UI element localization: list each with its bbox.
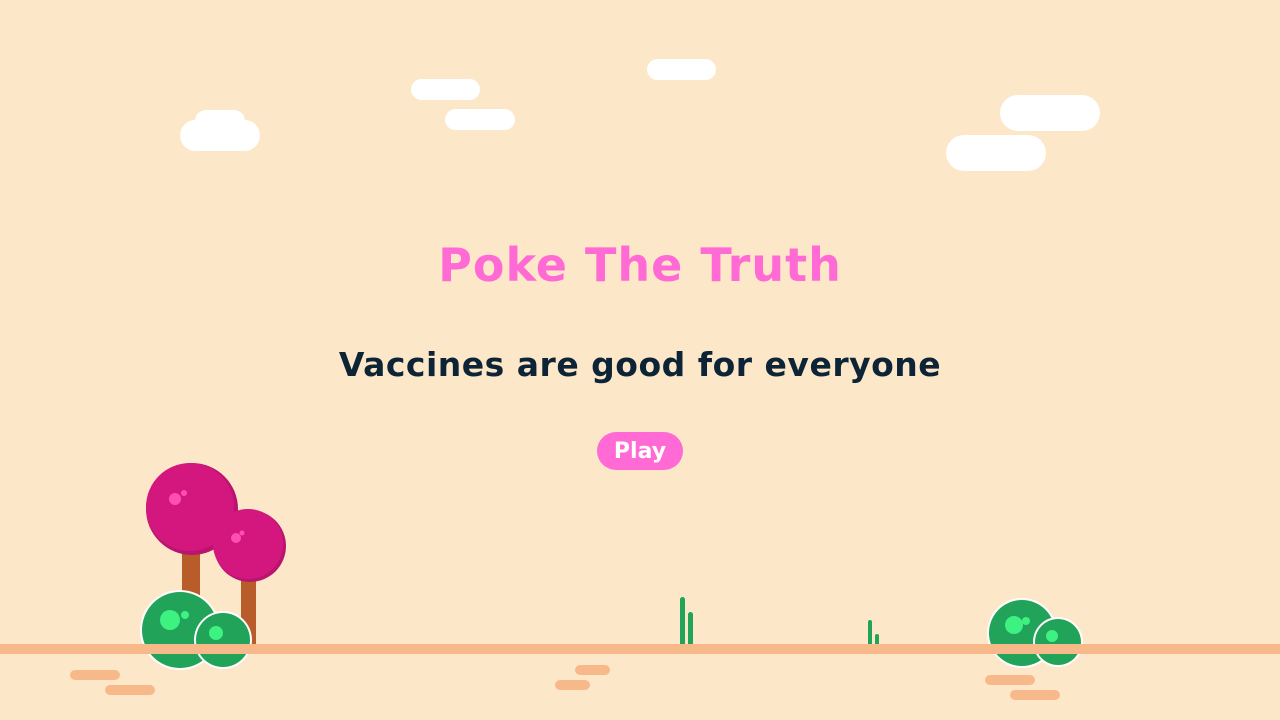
grass-icon — [680, 597, 685, 645]
cloud-icon — [647, 59, 716, 80]
game-title: Poke The Truth — [438, 238, 842, 292]
cloud-icon — [1000, 95, 1100, 131]
bush-icon — [987, 598, 1083, 668]
ground — [0, 644, 1280, 654]
cloud-icon — [411, 79, 480, 100]
ground-dash — [575, 665, 610, 675]
ground-dash — [1010, 690, 1060, 700]
ground-dash — [105, 685, 155, 695]
game-subtitle: Vaccines are good for everyone — [338, 345, 942, 384]
game-scene: Poke The Truth Vaccines are good for eve… — [0, 0, 1280, 720]
ground-dash — [555, 680, 590, 690]
bush-icon — [140, 590, 252, 670]
cloud-icon — [445, 109, 515, 130]
ground-dash — [985, 675, 1035, 685]
grass-icon — [868, 620, 872, 645]
play-button[interactable]: Play — [597, 432, 683, 470]
ground-dash — [70, 670, 120, 680]
cloud-icon — [946, 135, 1046, 171]
grass-icon — [688, 612, 693, 645]
cloud-icon — [195, 110, 245, 132]
